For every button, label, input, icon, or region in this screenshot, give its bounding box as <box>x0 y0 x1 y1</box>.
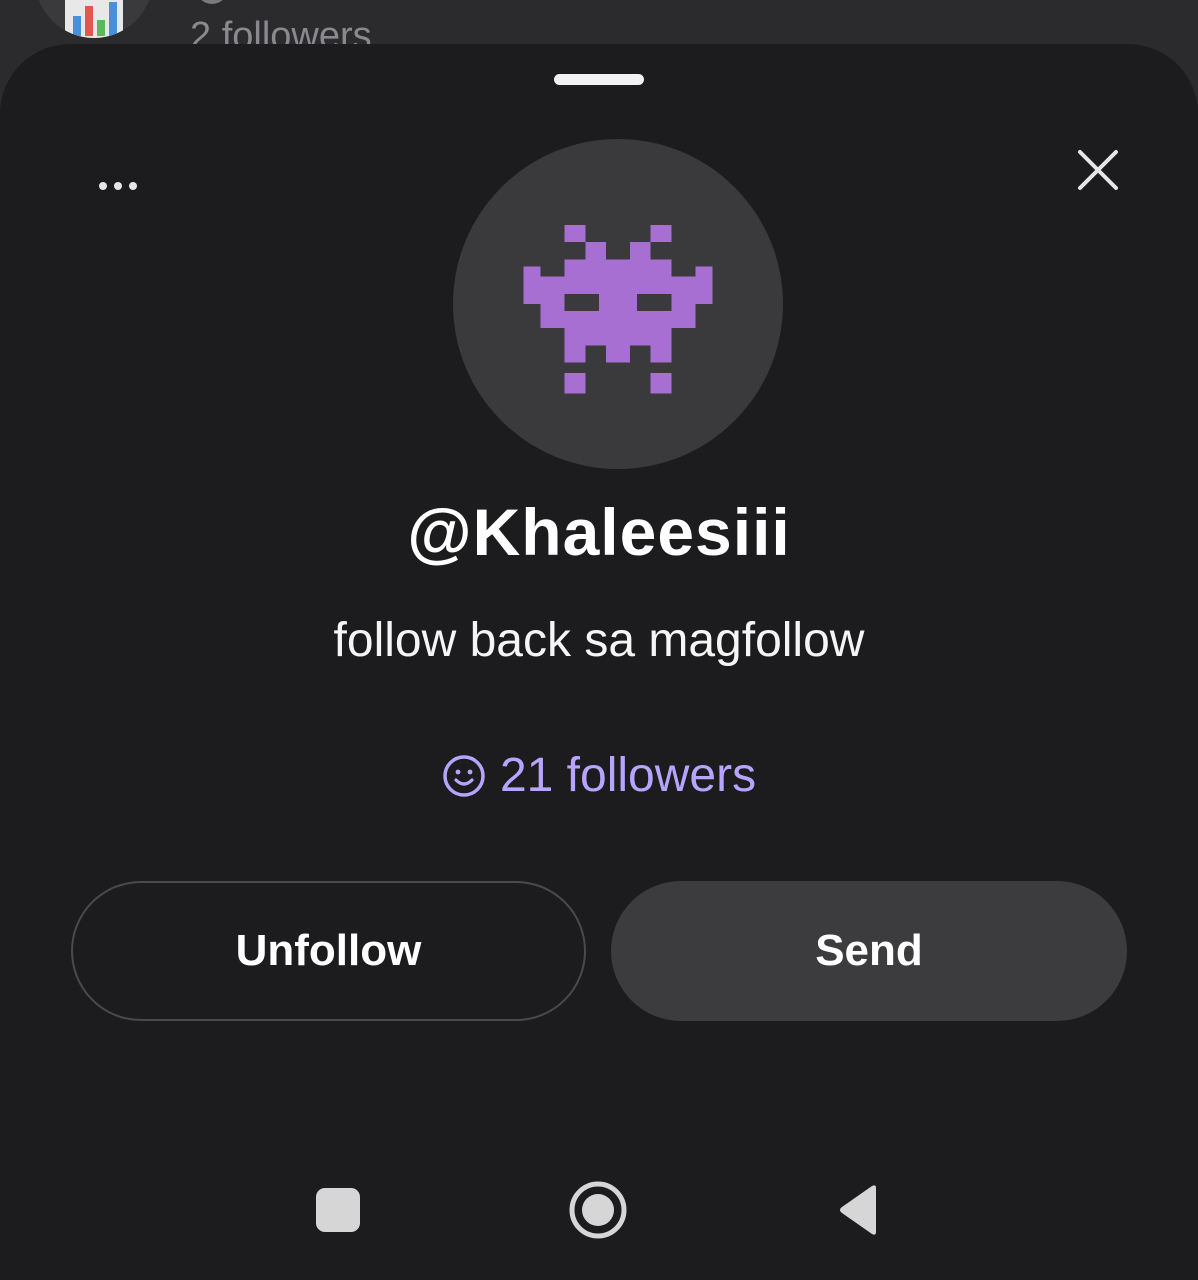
send-button[interactable]: Send <box>611 881 1127 1021</box>
recents-button[interactable] <box>316 1188 360 1232</box>
background-icon <box>196 0 228 4</box>
more-options-button[interactable] <box>92 170 144 202</box>
unfollow-button[interactable]: Unfollow <box>71 881 586 1021</box>
bar-chart-icon <box>65 0 123 38</box>
followers-count-link[interactable]: 21 followers <box>0 748 1198 804</box>
unfollow-button-label: Unfollow <box>235 926 422 975</box>
triangle-back-icon <box>840 1185 876 1235</box>
circle-home-icon <box>569 1181 627 1239</box>
alien-monster-icon <box>523 225 713 394</box>
followers-count-label: 21 followers <box>499 749 757 802</box>
send-button-label: Send <box>815 926 923 975</box>
avatar <box>453 139 783 469</box>
profile-bio: follow back sa magfollow <box>333 614 865 667</box>
background-followers-text: 2 followers <box>190 15 372 44</box>
more-dots-icon <box>99 182 137 190</box>
smiley-icon <box>443 755 485 797</box>
drag-handle[interactable] <box>554 74 644 85</box>
profile-username: @Khaleesiii <box>407 495 791 569</box>
close-button[interactable] <box>1072 144 1124 196</box>
background-avatar <box>35 0 153 38</box>
back-button[interactable] <box>836 1184 880 1236</box>
home-button[interactable] <box>568 1180 628 1240</box>
close-icon <box>1078 150 1118 190</box>
